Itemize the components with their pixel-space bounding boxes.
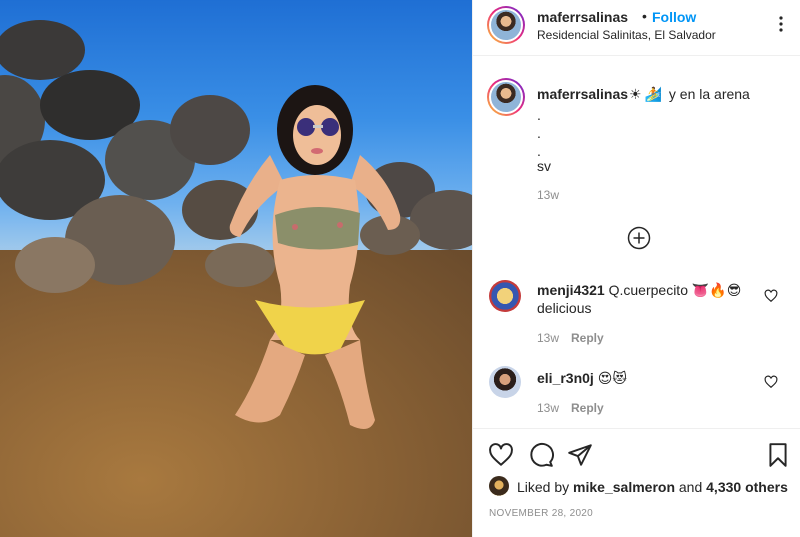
likes-summary: Liked by mike_salmeron and 4,330 others [517,479,788,495]
bookmark-icon[interactable] [765,442,791,468]
post-photo[interactable] [0,0,472,537]
caption-line: sv [537,158,551,174]
post-header: maferrsalinas • Follow Residencial Salin… [473,0,800,56]
caption-line: . [537,125,541,141]
header-separator: • [642,8,647,24]
comment-meta: 13w Reply [537,331,604,345]
reply-button[interactable]: Reply [571,401,604,415]
likes-others-count[interactable]: 4,330 others [706,479,788,495]
caption-text: ☀ 🏄 y en la arena [629,86,750,103]
caption-body: y en la arena [668,86,750,102]
comment-username[interactable]: menji4321 [537,282,605,298]
likes-and-label: and [678,479,703,495]
heart-icon[interactable] [488,442,514,468]
liker-username[interactable]: mike_salmeron [573,479,675,495]
comment: eli_r3n0j 😍😻 [537,369,757,387]
commenter-avatar[interactable] [489,280,521,312]
post-actions: Liked by mike_salmeron and 4,330 others … [473,428,800,536]
follow-button[interactable]: Follow [652,9,696,25]
sun-icon: ☀ [629,86,642,102]
liked-by-label: Liked by [517,479,570,495]
caption-timestamp[interactable]: 13w [537,188,559,202]
comment-meta: 13w Reply [537,401,604,415]
comment-timestamp[interactable]: 13w [537,401,559,415]
photo-person [229,85,401,429]
caption-line: . [537,107,541,123]
caption-username[interactable]: maferrsalinas [537,86,628,102]
comment-text: 😍😻 [597,370,627,386]
surfer-icon: 🏄 [644,86,662,102]
author-username[interactable]: maferrsalinas [537,9,628,25]
post-side-panel: maferrsalinas • Follow Residencial Salin… [472,0,800,537]
send-icon[interactable] [567,442,593,468]
comment-icon[interactable] [528,442,554,468]
comment-username[interactable]: eli_r3n0j [537,370,594,386]
comment: menji4321 Q.cuerpecito 👅🔥😎 delicious [537,281,757,317]
reply-button[interactable]: Reply [571,331,604,345]
caption-author-avatar[interactable] [487,78,525,116]
post-date[interactable]: NOVEMBER 28, 2020 [489,508,593,519]
plus-circle-icon[interactable] [627,226,651,250]
more-options-icon[interactable] [771,14,791,34]
author-avatar[interactable] [487,6,525,44]
liker-avatar[interactable] [489,476,509,496]
comment-like-heart-icon[interactable] [764,289,778,303]
caption-line: . [537,143,541,159]
commenter-avatar[interactable] [489,366,521,398]
comment-like-heart-icon[interactable] [764,375,778,389]
comment-timestamp[interactable]: 13w [537,331,559,345]
instagram-post: maferrsalinas • Follow Residencial Salin… [0,0,800,537]
post-location[interactable]: Residencial Salinitas, El Salvador [537,28,716,42]
